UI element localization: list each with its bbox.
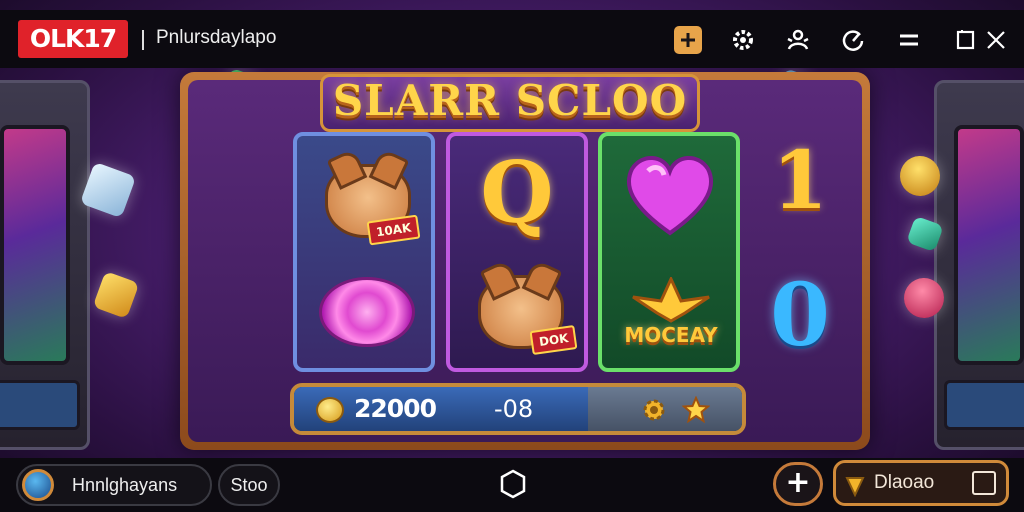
close-icon[interactable] <box>982 26 1010 54</box>
dog-symbol: 10AK <box>323 156 421 246</box>
symbol-tag: DOK <box>529 324 578 356</box>
app-title: Pnlursdaylapo <box>156 27 277 48</box>
bet-value: -08 <box>494 395 534 423</box>
wallet-label: Dlaoao <box>874 472 935 493</box>
history-icon[interactable] <box>839 26 867 54</box>
wallet-button[interactable]: Dlaoao <box>833 460 1009 506</box>
user-profile-button[interactable]: Hnnlghayans <box>16 464 212 506</box>
candy-symbol <box>317 272 417 352</box>
star-icon[interactable] <box>681 395 711 424</box>
shop-label: Stoo <box>230 475 268 495</box>
shop-button[interactable]: Stoo <box>218 464 280 506</box>
game-title: SLARR SCLOO <box>332 76 688 125</box>
left-arcade-machine <box>0 80 90 450</box>
top-bar: OLK17 Pnlursdaylapo <box>0 10 1024 68</box>
players-icon[interactable] <box>784 26 812 54</box>
username: Hnnlghayans <box>72 475 178 495</box>
add-button[interactable]: + <box>773 462 823 506</box>
right-arcade-machine <box>934 80 1024 450</box>
reel-1[interactable]: 10AK <box>293 132 435 372</box>
coin-icon <box>316 397 344 423</box>
balance-bar: 22000 -08 <box>290 383 746 435</box>
reel-2[interactable]: Q DOK <box>446 132 588 372</box>
dog-symbol: DOK <box>474 266 578 358</box>
gear-icon[interactable] <box>640 396 668 424</box>
moceay-label: MOCEAY <box>624 323 718 347</box>
wallet-icon <box>972 471 996 495</box>
number-1-symbol: 1 <box>772 133 828 227</box>
letter-q-symbol: Q <box>480 142 554 242</box>
avatar <box>22 469 54 501</box>
heart-symbol <box>618 146 722 242</box>
home-icon[interactable] <box>498 468 528 500</box>
window-icon[interactable] <box>952 26 980 54</box>
plus-icon[interactable] <box>674 26 702 54</box>
gem-decoration <box>92 270 140 320</box>
menu-icon[interactable] <box>895 26 923 54</box>
number-0-symbol: 0 <box>770 264 830 366</box>
shield-icon <box>844 472 866 498</box>
gear-icon[interactable] <box>729 26 757 54</box>
reel-3[interactable]: MOCEAY <box>598 132 740 372</box>
game-screen: SLARR SCLOO 10AK Q DOK MOCEAY 1 0 22000 … <box>0 0 1024 512</box>
divider <box>142 30 144 50</box>
app-logo[interactable]: OLK17 <box>18 20 128 58</box>
balance-value: 22000 <box>354 394 437 423</box>
moceay-symbol: MOCEAY <box>608 264 734 360</box>
